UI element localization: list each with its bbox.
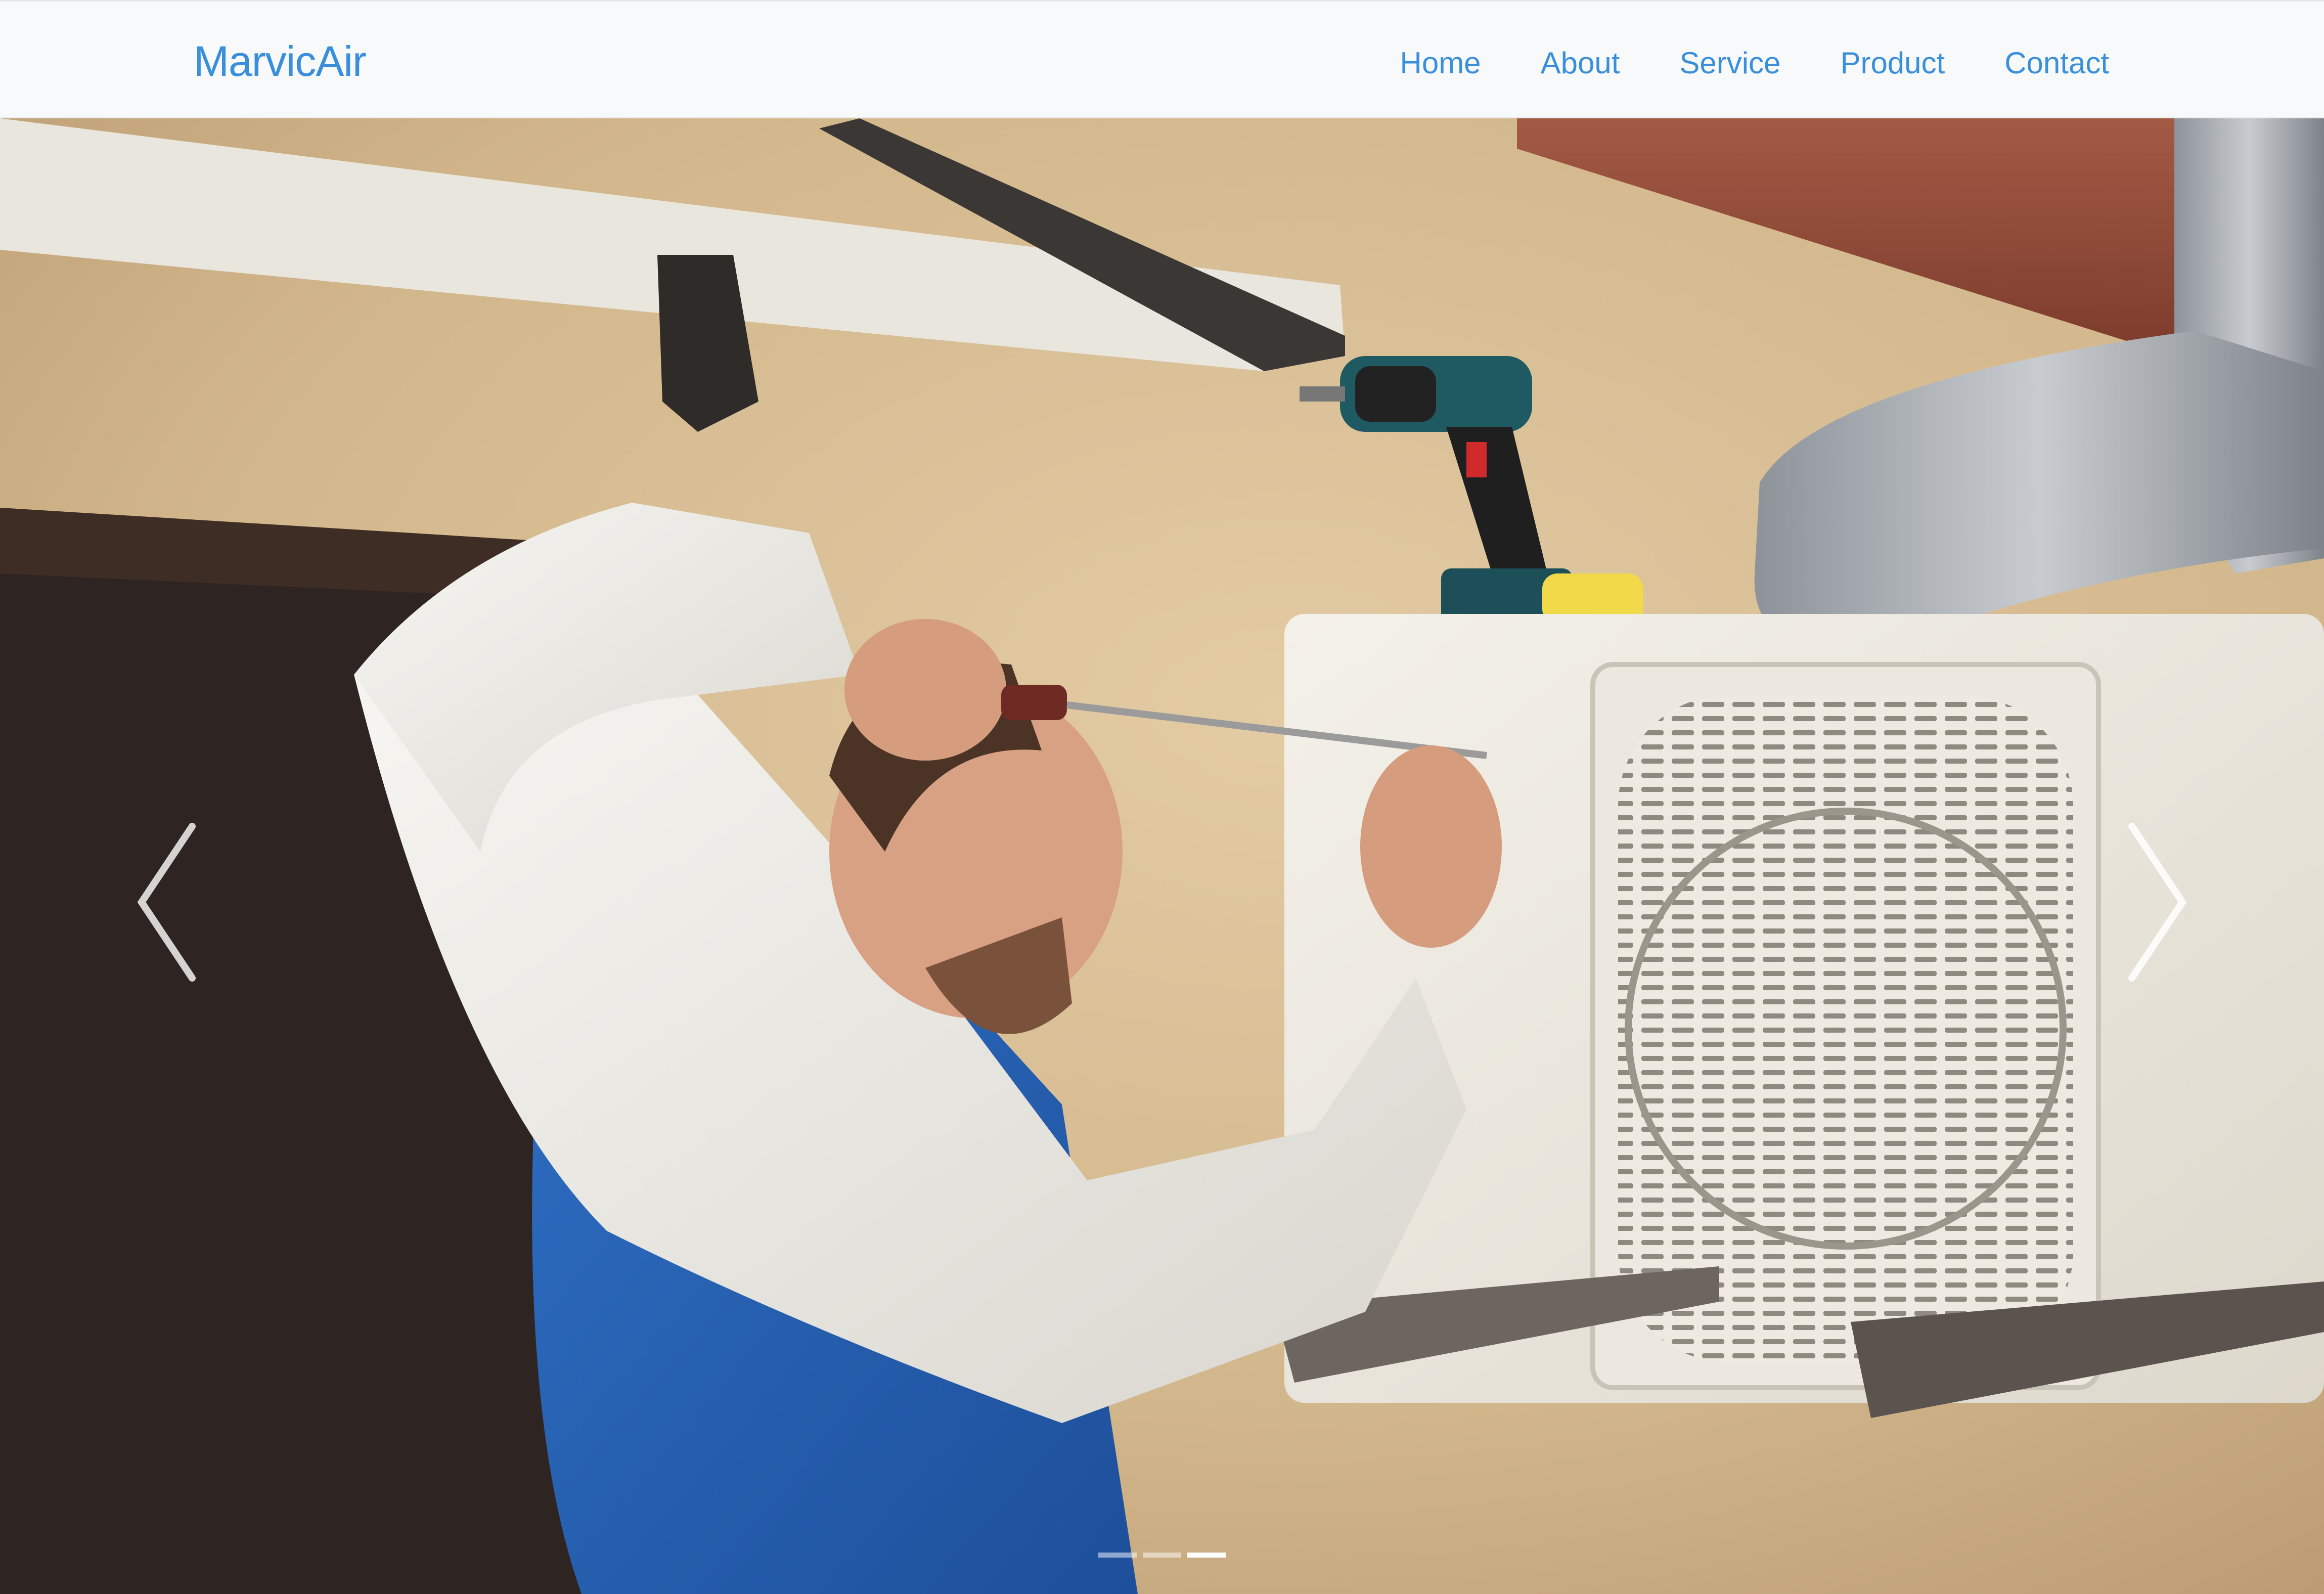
nav-link-contact[interactable]: Contact [2004, 45, 2109, 81]
nav-link-service[interactable]: Service [1679, 45, 1780, 81]
nav-links: Home About Service Product Contact [1400, 45, 2110, 81]
brand-logo[interactable]: MarvicAir [194, 36, 367, 86]
carousel-indicator[interactable] [1143, 1553, 1181, 1558]
carousel-slide-image [0, 118, 2324, 1594]
carousel-indicators [1098, 1553, 1226, 1561]
navbar: MarvicAir Home About Service Product Con… [0, 0, 2324, 118]
nav-link-about[interactable]: About [1541, 45, 1620, 81]
nav-link-product[interactable]: Product [1840, 45, 1945, 81]
chevron-left-icon [137, 823, 196, 982]
carousel-indicator-active[interactable] [1187, 1553, 1226, 1558]
hero-carousel [0, 118, 2324, 1594]
carousel-indicator[interactable] [1098, 1553, 1137, 1558]
carousel-prev-control[interactable] [96, 776, 238, 1029]
nav-link-home[interactable]: Home [1400, 45, 1481, 81]
chevron-right-icon [2128, 823, 2187, 982]
carousel-next-control[interactable] [2086, 776, 2228, 1029]
